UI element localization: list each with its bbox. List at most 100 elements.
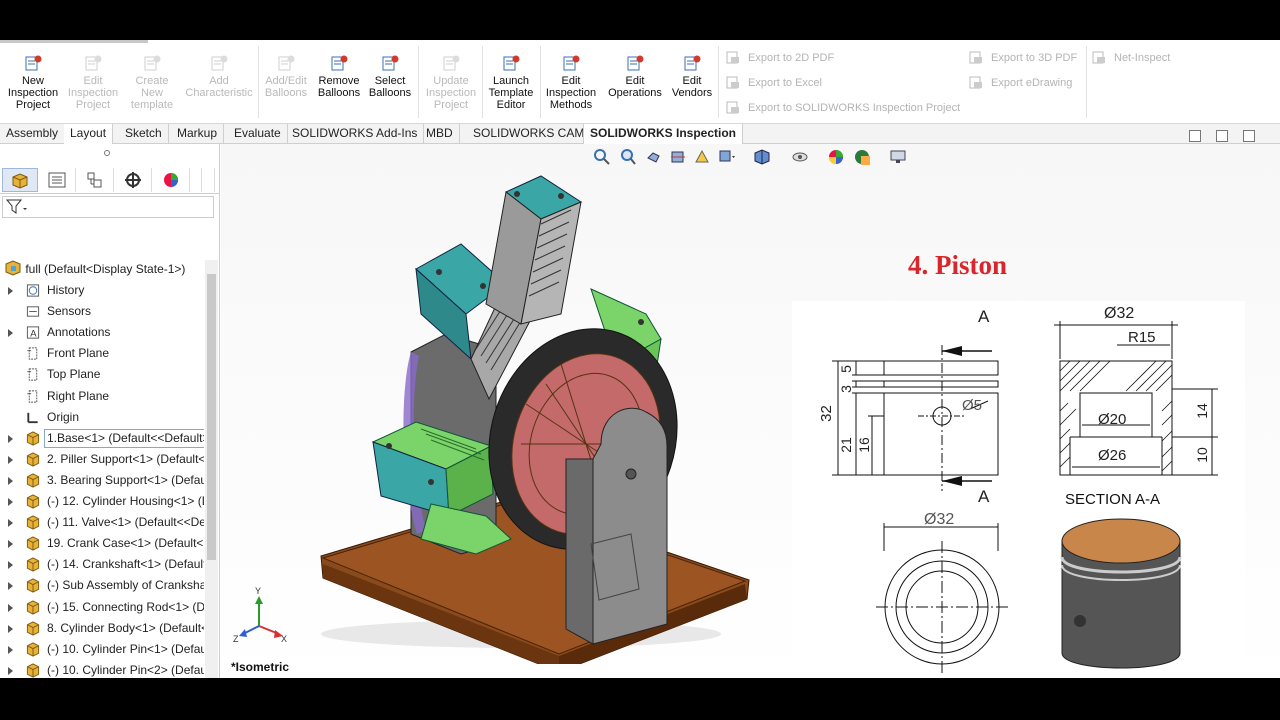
- tree-root-assembly[interactable]: full (Default<Display State-1>): [4, 260, 185, 278]
- dimxpert-manager-tab-icon[interactable]: [116, 168, 152, 192]
- tab-sketch[interactable]: Sketch: [119, 124, 169, 144]
- tree-item[interactable]: History: [0, 280, 204, 301]
- tree-item[interactable]: 3. Bearing Support<1> (Defaul: [0, 470, 204, 491]
- tree-filter-box[interactable]: [2, 196, 214, 218]
- new-inspection-project-button[interactable]: New Inspection Project: [6, 54, 60, 118]
- tab-assembly[interactable]: Assembly: [0, 124, 66, 144]
- dim-a-bottom: A: [978, 487, 990, 506]
- dim-d32-section: Ø32: [1104, 305, 1135, 322]
- expand-arrow-icon[interactable]: [8, 582, 13, 591]
- hide-show-items-icon[interactable]: [791, 148, 809, 166]
- ribbon-button-label-line: Create: [135, 75, 169, 87]
- add-edit-balloons-button[interactable]: Add/Edit Balloons: [262, 54, 310, 118]
- launch-template-editor-icon: [503, 55, 520, 71]
- expand-arrow-icon[interactable]: [8, 624, 13, 633]
- edit-appearance-icon[interactable]: [827, 148, 845, 166]
- property-manager-tab-icon[interactable]: [40, 168, 76, 192]
- export-2d-pdf-button[interactable]: Export to 2D PDF: [726, 50, 834, 66]
- remove-balloons-button[interactable]: Remove Balloons: [314, 54, 364, 118]
- expand-arrow-icon[interactable]: [8, 561, 13, 570]
- select-balloons-button[interactable]: Select Balloons: [366, 54, 414, 118]
- expand-arrow-icon[interactable]: [8, 666, 13, 675]
- plane-icon: [27, 368, 38, 381]
- tab-markup[interactable]: Markup: [171, 124, 225, 144]
- tree-item[interactable]: Origin: [0, 407, 204, 428]
- export-sw-project-button[interactable]: Export to SOLIDWORKS Inspection Project: [726, 100, 960, 116]
- create-new-template-button[interactable]: Create New template: [126, 54, 178, 118]
- edit-inspection-methods-button[interactable]: Edit Inspection Methods: [544, 54, 598, 118]
- edit-vendors-button[interactable]: Edit Vendors: [668, 54, 716, 118]
- tree-item[interactable]: 19. Crank Case<1> (Default<<: [0, 533, 204, 554]
- export-edrawing-button[interactable]: Export eDrawing: [969, 75, 1072, 91]
- tile-view-icon[interactable]: [1216, 130, 1228, 142]
- expand-arrow-icon[interactable]: [8, 455, 13, 464]
- edit-operations-icon: [627, 55, 644, 71]
- expand-arrow-icon[interactable]: [8, 434, 13, 443]
- expand-arrow-icon[interactable]: [8, 329, 13, 338]
- tree-scrollbar-thumb[interactable]: [207, 274, 216, 560]
- feature-manager-tab-icon[interactable]: [2, 168, 38, 192]
- expand-arrow-icon[interactable]: [8, 540, 13, 549]
- tab-scroll-right-icon[interactable]: [203, 168, 215, 192]
- edit-inspection-project-button[interactable]: Edit Inspection Project: [64, 54, 122, 118]
- view-settings-icon[interactable]: [889, 148, 907, 166]
- expand-arrow-icon[interactable]: [8, 603, 13, 612]
- expand-arrow-icon[interactable]: [8, 476, 13, 485]
- tab-solidworks-cam[interactable]: SOLIDWORKS CAM: [467, 124, 592, 144]
- graphics-viewport[interactable]: 4. Piston A A Ø5 32 5 3 21 16 Ø32 R15 Ø2…: [221, 144, 1280, 678]
- expand-arrow-icon[interactable]: [8, 519, 13, 528]
- ribbon-button-label-line: Project: [75, 99, 111, 111]
- tree-item[interactable]: (-) 15. Connecting Rod<1> (De: [0, 597, 204, 618]
- tab-layout[interactable]: Layout: [64, 124, 114, 144]
- configuration-manager-tab-icon[interactable]: [78, 168, 114, 192]
- ribbon-button-label-line: Edit: [561, 75, 581, 87]
- apply-scene-icon[interactable]: [853, 148, 871, 166]
- expand-arrow-icon[interactable]: [8, 498, 13, 506]
- part-icon: [26, 515, 40, 530]
- launch-template-editor-button[interactable]: Launch Template Editor: [486, 54, 536, 118]
- export-3d-pdf-button[interactable]: Export to 3D PDF: [969, 50, 1077, 66]
- tree-item[interactable]: Front Plane: [0, 343, 204, 364]
- tree-item[interactable]: 1.Base<1> (Default<<Default>: [0, 428, 204, 449]
- net-inspect-button[interactable]: Net-Inspect: [1092, 50, 1170, 66]
- triad-z-label: Z: [233, 634, 239, 644]
- tab-scroll-left-icon[interactable]: [190, 168, 202, 192]
- tree-item[interactable]: (-) 10. Cylinder Pin<1> (Defaul: [0, 639, 204, 660]
- tab-mbd[interactable]: MBD: [420, 124, 460, 144]
- tree-item-label: 1.Base<1> (Default<<Default>: [44, 428, 204, 448]
- tab-solidworks-add-ins[interactable]: SOLIDWORKS Add-Ins: [286, 124, 425, 144]
- panel-grip-icon[interactable]: [104, 150, 110, 156]
- tree-item[interactable]: (-) 12. Cylinder Housing<1> (D: [0, 491, 204, 512]
- tree-item-label: (-) 11. Valve<1> (Default<<Def: [47, 515, 204, 530]
- display-manager-tab-icon[interactable]: [154, 168, 190, 192]
- tab-solidworks-inspection[interactable]: SOLIDWORKS Inspection: [583, 124, 744, 144]
- tree-item-label: 19. Crank Case<1> (Default<<: [47, 536, 204, 551]
- tree-item[interactable]: Top Plane: [0, 364, 204, 385]
- expand-arrow-icon[interactable]: [8, 645, 13, 654]
- tree-scrollbar[interactable]: [205, 260, 218, 678]
- update-inspection-project-button[interactable]: Update Inspection Project: [424, 54, 478, 118]
- tree-item[interactable]: (-) 10. Cylinder Pin<2> (Defaul: [0, 660, 204, 678]
- export-excel-button[interactable]: Export to Excel: [726, 75, 822, 91]
- tree-item[interactable]: (-) 11. Valve<1> (Default<<Def: [0, 512, 204, 533]
- tab-evaluate[interactable]: Evaluate: [228, 124, 288, 144]
- dim-h3: 3: [837, 385, 854, 393]
- restore-view-icon[interactable]: [1189, 130, 1201, 142]
- tree-item[interactable]: (-) 14. Crankshaft<1> (Default-: [0, 554, 204, 575]
- tree-item[interactable]: Sensors: [0, 301, 204, 322]
- tree-item[interactable]: (-) Sub Assembly of Crankshaf: [0, 575, 204, 596]
- expand-arrow-icon[interactable]: [8, 287, 13, 295]
- tree-item[interactable]: Right Plane: [0, 386, 204, 407]
- ribbon-button-label-line: Inspection: [67, 87, 119, 99]
- part-icon: [26, 621, 40, 636]
- tree-item[interactable]: A Annotations: [0, 322, 204, 343]
- edrawing-icon: [969, 76, 982, 89]
- maximize-view-icon[interactable]: [1243, 130, 1255, 142]
- tree-item[interactable]: 8. Cylinder Body<1> (Default<: [0, 618, 204, 639]
- add-characteristic-button[interactable]: Add Characteristic: [184, 54, 254, 118]
- pdf-3d-icon: [969, 51, 982, 64]
- edit-operations-button[interactable]: Edit Operations: [604, 54, 666, 118]
- engine-assembly-model[interactable]: [221, 144, 781, 664]
- tree-item[interactable]: 2. Piller Support<1> (Default<: [0, 449, 204, 470]
- tree-item-label: Annotations: [47, 325, 111, 340]
